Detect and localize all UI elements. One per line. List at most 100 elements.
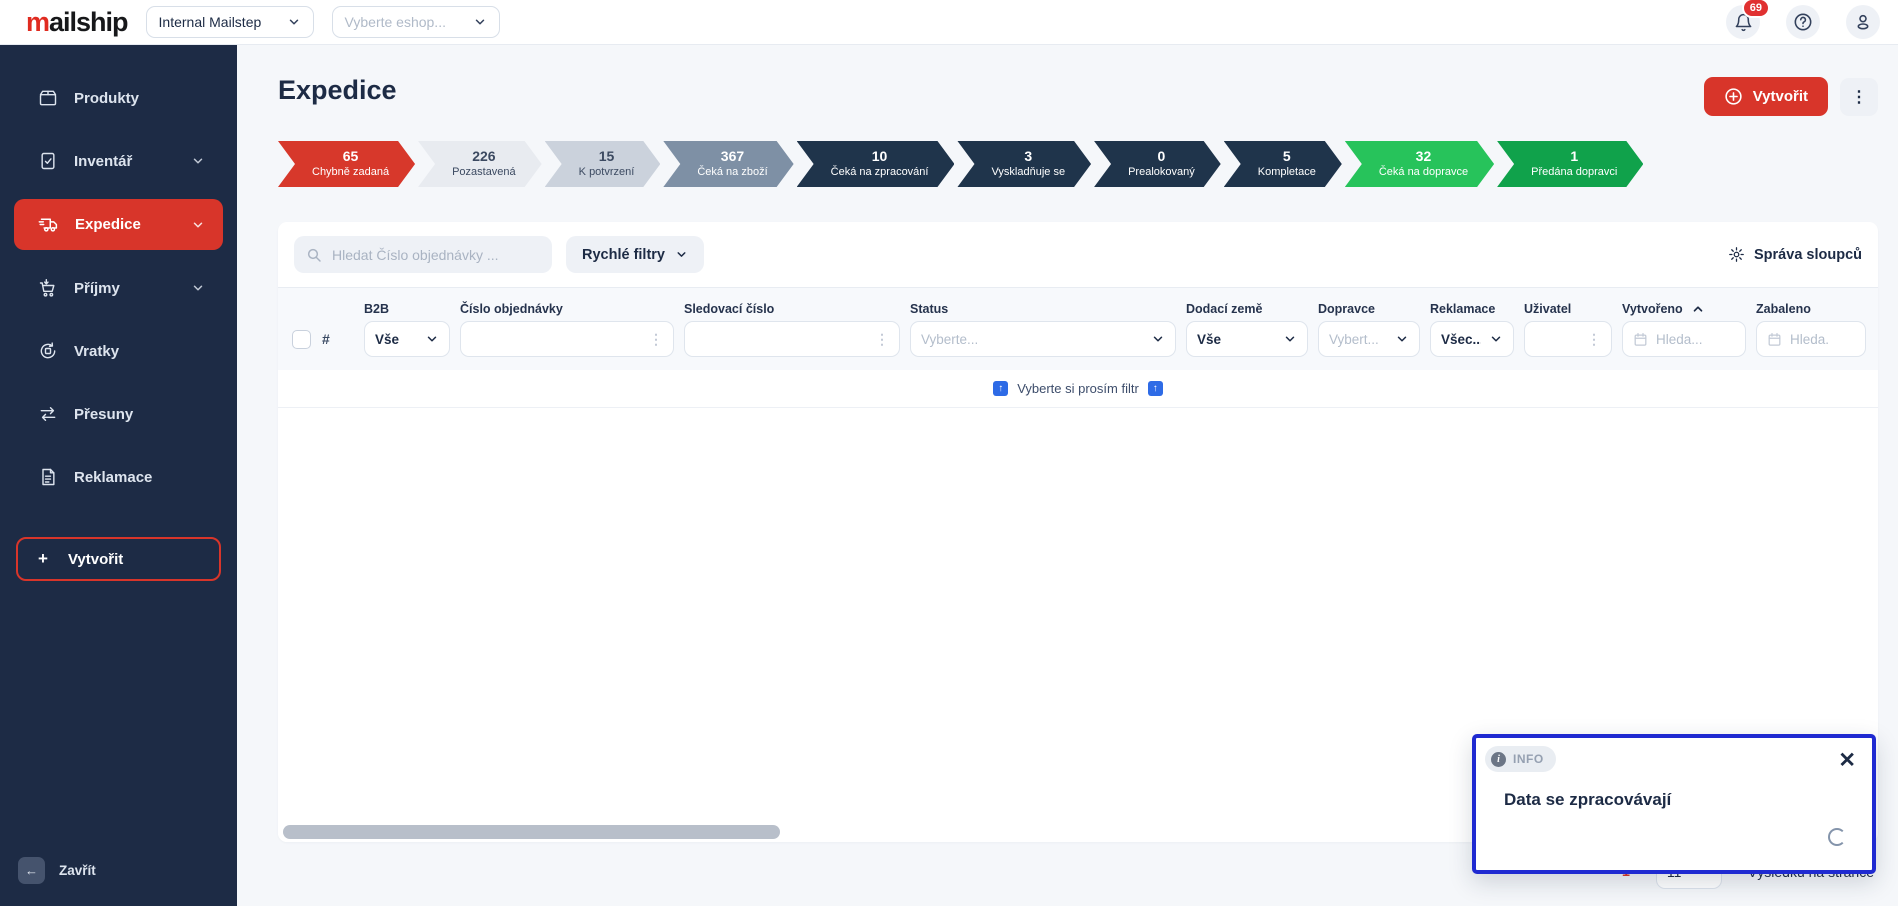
sidebar: Produkty Inventář Expedice Příjmy Vratky Přes… <box>0 45 237 906</box>
toast-message: Data se zpracovávají <box>1504 790 1672 809</box>
user-filter-input-box: ⋮ <box>1524 321 1612 357</box>
kebab-icon: ⋮ <box>1851 88 1867 106</box>
scrollbar-thumb[interactable] <box>283 825 780 839</box>
logo-prefix: m <box>26 6 50 37</box>
packed-date-filter-input[interactable] <box>1790 331 1855 347</box>
b2b-filter-select[interactable]: Vše <box>364 321 450 357</box>
status-steps: 65 Chybně zadaná 226 Pozastavená 15 K potvrze… <box>278 141 1878 187</box>
status-filter-select[interactable]: Vyberte... <box>910 321 1176 357</box>
transfer-icon <box>38 404 58 424</box>
sidebar-item-label: Vratky <box>74 342 120 360</box>
eshop-select-placeholder: Vyberte eshop... <box>344 14 446 30</box>
kebab-icon[interactable]: ⋮ <box>1587 331 1601 348</box>
sidebar-nav: Produkty Inventář Expedice Příjmy Vratky Přes… <box>0 73 237 515</box>
step-count: 226 <box>472 148 496 165</box>
step-label: Čeká na zboží <box>697 165 768 178</box>
help-button[interactable] <box>1786 5 1820 39</box>
plus-icon: + <box>38 549 48 568</box>
status-step-k-potvrzen-[interactable]: 15 K potvrzení <box>545 141 661 187</box>
toast-close-button[interactable]: ✕ <box>1838 750 1856 771</box>
status-step--ek-na-dopravce[interactable]: 32 Čeká na dopravce <box>1345 141 1494 187</box>
kebab-icon[interactable]: ⋮ <box>649 331 663 348</box>
collapse-sidebar-button[interactable]: ← <box>18 857 45 884</box>
order-number-filter-input[interactable] <box>471 331 641 347</box>
status-step--ek-na-zbo-[interactable]: 367 Čeká na zboží <box>663 141 793 187</box>
sidebar-item-label: Reklamace <box>74 468 153 486</box>
sidebar-item-p-esuny[interactable]: Přesuny <box>14 389 223 439</box>
column-header <box>292 298 312 320</box>
sidebar-item-invent-[interactable]: Inventář <box>14 136 223 186</box>
claims-filter-select[interactable]: Všec... <box>1430 321 1514 357</box>
search-box[interactable] <box>294 236 552 273</box>
sidebar-close-label[interactable]: Zavřít <box>59 863 96 878</box>
filter-select-value: Všec... <box>1441 331 1481 347</box>
column-carrier: Dopravce Vybert... <box>1318 298 1430 358</box>
tracking-number-filter-input[interactable] <box>695 331 867 347</box>
filter-select-value: Vše <box>1197 331 1222 347</box>
column-header: B2B <box>364 298 450 320</box>
calendar-icon[interactable] <box>1767 332 1782 347</box>
create-expedition-button[interactable]: Vytvořit <box>1703 77 1828 116</box>
column-order-number: Číslo objednávky ⋮ <box>460 298 684 358</box>
sidebar-item-reklamace[interactable]: Reklamace <box>14 452 223 502</box>
eshop-select[interactable]: Vyberte eshop... <box>331 6 500 38</box>
status-step-p-ed-na-dopravci[interactable]: 1 Předána dopravci <box>1497 141 1643 187</box>
chevron-down-icon <box>425 332 439 346</box>
mailship-logo[interactable]: mailship <box>26 6 129 38</box>
calendar-icon[interactable] <box>1633 332 1648 347</box>
cart-icon <box>38 278 58 298</box>
status-step-vysklad-uje-se[interactable]: 3 Vyskladňuje se <box>957 141 1091 187</box>
select-all-checkbox[interactable] <box>292 329 311 349</box>
chevron-down-icon <box>1283 332 1297 346</box>
column-created: Vytvořeno <box>1622 298 1756 358</box>
sidebar-item-vratky[interactable]: Vratky <box>14 326 223 376</box>
column-select <box>292 298 322 358</box>
inventory-icon <box>38 151 58 171</box>
column-header-label: B2B <box>364 302 390 316</box>
chevron-down-icon <box>675 248 688 261</box>
user-filter-input[interactable] <box>1535 331 1579 347</box>
column-header: Číslo objednávky <box>460 298 674 320</box>
order-number-filter-input-box: ⋮ <box>460 321 674 357</box>
filter-select-value: Vyberte... <box>921 331 979 347</box>
organization-select-value: Internal Mailstep <box>158 14 262 30</box>
column-header-label: Reklamace <box>1430 302 1496 316</box>
status-step-pozastaven-[interactable]: 226 Pozastavená <box>418 141 542 187</box>
search-input[interactable] <box>332 246 540 263</box>
column-b2b: B2B Vše <box>364 298 460 358</box>
organization-select[interactable]: Internal Mailstep <box>145 6 314 38</box>
sidebar-create-button[interactable]: + Vytvořit <box>16 537 221 581</box>
status-step-prealokovan-[interactable]: 0 Prealokovaný <box>1094 141 1221 187</box>
sidebar-item-p-jmy[interactable]: Příjmy <box>14 263 223 313</box>
arrow-up-icon: ↑ <box>1147 381 1163 396</box>
step-count: 5 <box>1282 148 1291 165</box>
sidebar-item-expedice[interactable]: Expedice <box>14 199 223 250</box>
step-count: 367 <box>720 148 745 165</box>
more-options-button[interactable]: ⋮ <box>1840 77 1878 116</box>
filter-hint-text: Vyberte si prosím filtr <box>1017 381 1139 396</box>
chevron-down-icon <box>287 15 301 29</box>
column-header-label: Uživatel <box>1524 302 1572 316</box>
kebab-icon[interactable]: ⋮ <box>875 331 889 348</box>
manage-columns-button[interactable]: Správa sloupců <box>1728 246 1862 263</box>
status-step-kompletace[interactable]: 5 Kompletace <box>1224 141 1342 187</box>
carrier-filter-select[interactable]: Vybert... <box>1318 321 1420 357</box>
status-step--ek-na-zpracov-n-[interactable]: 10 Čeká na zpracování <box>797 141 955 187</box>
sidebar-item-label: Produkty <box>74 89 140 107</box>
delivery-country-filter-select[interactable]: Vše <box>1186 321 1308 357</box>
column-header: Reklamace <box>1430 298 1514 320</box>
quick-filters-button[interactable]: Rychlé filtry <box>566 236 704 273</box>
column-header-label: Zabaleno <box>1756 302 1811 316</box>
sort-ascending-icon[interactable] <box>1691 302 1705 316</box>
column-row-number: # <box>322 298 364 358</box>
created-date-filter-box <box>1622 321 1746 357</box>
step-label: Chybně zadaná <box>312 165 390 178</box>
user-menu-button[interactable] <box>1846 5 1880 39</box>
sidebar-item-produkty[interactable]: Produkty <box>14 73 223 123</box>
info-icon: i <box>1491 751 1506 767</box>
topbar: mailship Internal Mailstep Vyberte eshop… <box>0 0 1898 45</box>
status-step-chybn-zadan-[interactable]: 65 Chybně zadaná <box>278 141 415 187</box>
help-icon <box>1793 12 1813 32</box>
created-date-filter-input[interactable] <box>1656 331 1735 347</box>
notifications-button[interactable]: 69 <box>1726 0 1770 39</box>
